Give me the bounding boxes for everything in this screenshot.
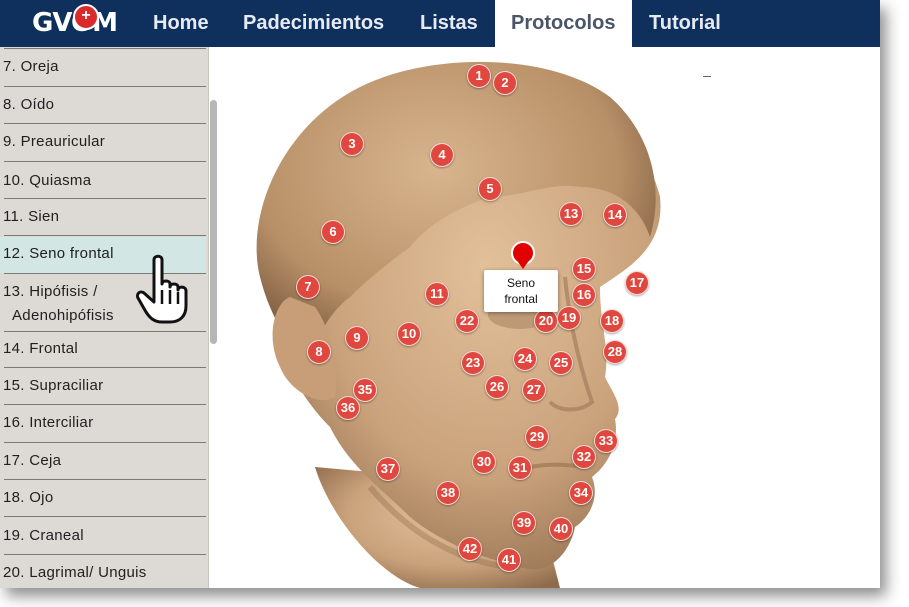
marker-2[interactable]: 2 xyxy=(493,71,517,95)
marker-17[interactable]: 17 xyxy=(625,271,649,295)
nav-listas[interactable]: Listas xyxy=(404,0,494,47)
sidebar-item-ojo[interactable]: 18. Ojo xyxy=(0,489,206,506)
marker-18[interactable]: 18 xyxy=(600,309,624,333)
separator xyxy=(4,442,206,443)
marker-32[interactable]: 32 xyxy=(572,445,596,469)
marker-42[interactable]: 42 xyxy=(458,537,482,561)
separator xyxy=(4,516,206,517)
marker-31[interactable]: 31 xyxy=(508,456,532,480)
nav-protocolos[interactable]: Protocolos xyxy=(495,0,632,47)
pin-tail xyxy=(518,262,528,269)
marker-7[interactable]: 7 xyxy=(296,275,320,299)
sidebar-item-frontal[interactable]: 14. Frontal xyxy=(0,340,206,357)
marker-8[interactable]: 8 xyxy=(307,340,331,364)
marker-1[interactable]: 1 xyxy=(467,64,491,88)
separator xyxy=(4,86,206,87)
marker-28[interactable]: 28 xyxy=(603,340,627,364)
separator xyxy=(4,198,206,199)
marker-22[interactable]: 22 xyxy=(455,309,479,333)
separator xyxy=(4,161,206,162)
marker-30[interactable]: 30 xyxy=(472,450,496,474)
sidebar-item-sien[interactable]: 11. Sien xyxy=(0,208,206,225)
tooltip-line-1: Seno xyxy=(506,276,536,290)
hand-pointer-icon xyxy=(136,254,188,324)
marker-15[interactable]: 15 xyxy=(572,257,596,281)
app-window: GVOM + Home Padecimientos Listas Protoco… xyxy=(0,0,880,588)
marker-34[interactable]: 34 xyxy=(569,481,593,505)
marker-13[interactable]: 13 xyxy=(559,202,583,226)
marker-14[interactable]: 14 xyxy=(603,203,627,227)
sidebar-scrollbar[interactable] xyxy=(210,100,217,344)
sidebar-item-ceja[interactable]: 17. Ceja xyxy=(0,452,206,469)
sidebar-item-supraciliar[interactable]: 15. Supraciliar xyxy=(0,377,206,394)
separator xyxy=(4,48,206,49)
marker-6[interactable]: 6 xyxy=(321,220,345,244)
gvom-logo[interactable]: GVOM + xyxy=(32,4,122,42)
sidebar-item-lagrimal[interactable]: 20. Lagrimal/ Unguis xyxy=(0,564,206,581)
nav-home[interactable]: Home xyxy=(137,0,225,47)
sidebar-item-preauricular[interactable]: 9. Preauricular xyxy=(0,133,206,150)
marker-38[interactable]: 38 xyxy=(436,481,460,505)
marker-11[interactable]: 11 xyxy=(425,282,449,306)
separator xyxy=(4,404,206,405)
top-nav-bar: GVOM + Home Padecimientos Listas Protoco… xyxy=(0,0,880,47)
sidebar-item-oreja[interactable]: 7. Oreja xyxy=(0,58,206,75)
marker-4[interactable]: 4 xyxy=(430,143,454,167)
sidebar-item-craneal[interactable]: 19. Craneal xyxy=(0,527,206,544)
marker-19[interactable]: 19 xyxy=(557,306,581,330)
marker-39[interactable]: 39 xyxy=(512,511,536,535)
tooltip-line-2: frontal xyxy=(504,292,538,306)
separator xyxy=(4,123,206,124)
marker-26[interactable]: 26 xyxy=(485,375,509,399)
nav-tutorial[interactable]: Tutorial xyxy=(633,0,737,47)
marker-9[interactable]: 9 xyxy=(345,326,369,350)
marker-5[interactable]: 5 xyxy=(478,177,502,201)
marker-16[interactable]: 16 xyxy=(572,283,596,307)
nav-padecimientos[interactable]: Padecimientos xyxy=(227,0,400,47)
marker-36[interactable]: 36 xyxy=(336,396,360,420)
sidebar-item-interciliar[interactable]: 16. Interciliar xyxy=(0,414,206,431)
sidebar-item-oido[interactable]: 8. Oído xyxy=(0,96,206,113)
separator xyxy=(4,479,206,480)
sidebar-item-quiasma[interactable]: 10. Quiasma xyxy=(0,172,206,189)
marker-10[interactable]: 10 xyxy=(397,322,421,346)
decorative-dash xyxy=(703,76,711,77)
marker-24[interactable]: 24 xyxy=(513,347,537,371)
marker-23[interactable]: 23 xyxy=(461,351,485,375)
marker-33[interactable]: 33 xyxy=(594,429,618,453)
marker-20[interactable]: 20 xyxy=(534,309,558,333)
marker-37[interactable]: 37 xyxy=(376,457,400,481)
marker-35[interactable]: 35 xyxy=(353,378,377,402)
plus-badge-icon: + xyxy=(73,4,99,30)
separator xyxy=(4,331,206,332)
separator xyxy=(4,367,206,368)
marker-29[interactable]: 29 xyxy=(525,425,549,449)
separator xyxy=(4,554,206,555)
marker-27[interactable]: 27 xyxy=(522,378,546,402)
marker-41[interactable]: 41 xyxy=(497,548,521,572)
marker-3[interactable]: 3 xyxy=(340,132,364,156)
marker-40[interactable]: 40 xyxy=(549,517,573,541)
separator xyxy=(4,235,206,236)
marker-25[interactable]: 25 xyxy=(549,351,573,375)
point-tooltip: Seno frontal xyxy=(484,270,558,312)
